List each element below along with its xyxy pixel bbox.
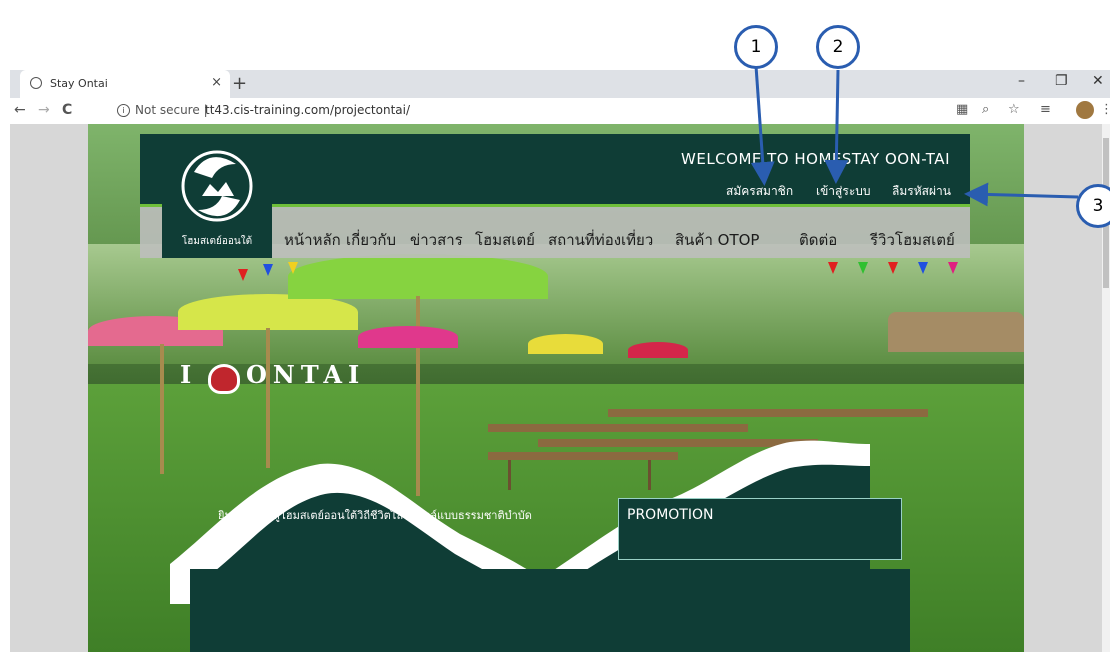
annotation-arrows — [750, 65, 1079, 207]
annotation-callout-1: 1 — [734, 25, 778, 69]
annotation-callout-2: 2 — [816, 25, 860, 69]
